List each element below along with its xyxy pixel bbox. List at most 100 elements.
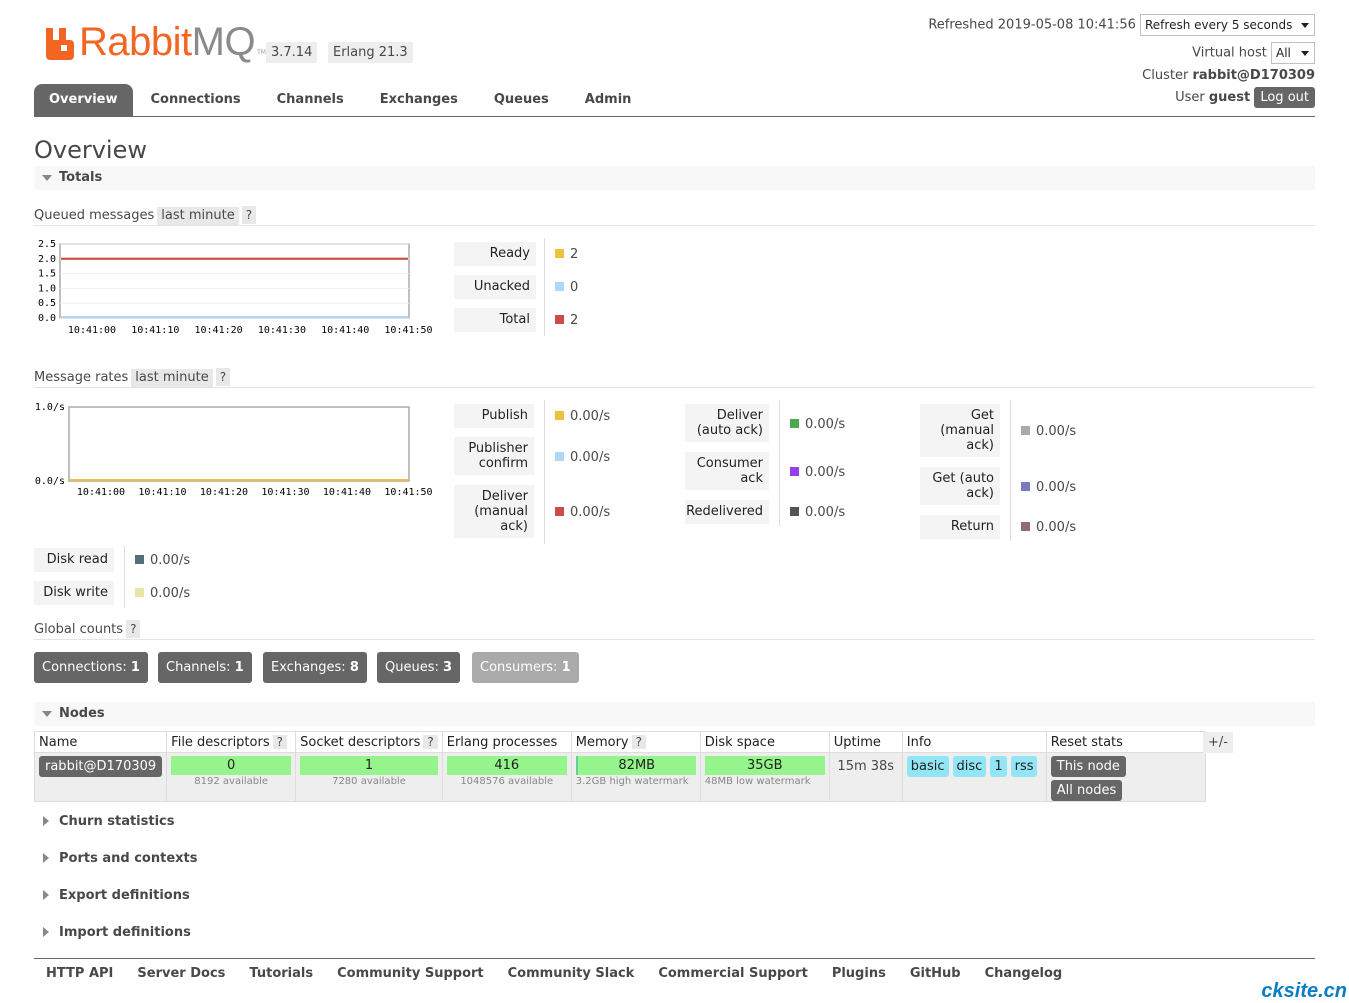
info-rss-badge[interactable]: rss (1010, 756, 1038, 777)
help-button[interactable]: ? (423, 734, 438, 749)
footer-server-docs-link[interactable]: Server Docs (137, 966, 225, 981)
queues-count-button[interactable]: Queues: 3 (377, 652, 461, 683)
tab-overview[interactable]: Overview (34, 84, 133, 116)
info-count-badge[interactable]: 1 (990, 756, 1007, 777)
rabbitmq-logo[interactable]: RabbitMQ TM (44, 22, 266, 62)
footer-github-link[interactable]: GitHub (910, 966, 961, 981)
col-info[interactable]: Info (901, 731, 1047, 753)
help-button[interactable]: ? (215, 368, 231, 386)
mem-watermark: 3.2GB high watermark (575, 776, 689, 787)
swatch (555, 249, 564, 258)
disk-cell: 35GB 48MB low watermark (699, 752, 830, 802)
logo-text-mq: MQ (191, 20, 256, 64)
queued-range-select[interactable]: last minute (157, 207, 239, 225)
col-memory[interactable]: Memory? (570, 731, 701, 753)
legend-publish-label: Publish (454, 404, 534, 428)
export-definitions-section[interactable]: Export definitions (34, 888, 190, 903)
vhost-select[interactable]: All (1271, 42, 1315, 64)
fd-bar: 0 (171, 756, 292, 775)
legend-divider (1010, 400, 1011, 541)
refresh-select[interactable]: Refresh every 5 seconds (1140, 14, 1315, 36)
expand-down-icon (42, 711, 52, 717)
consumers-count-button[interactable]: Consumers: 1 (472, 652, 579, 683)
footer-plugins-link[interactable]: Plugins (832, 966, 886, 981)
logo-text-rabbit: Rabbit (79, 20, 192, 64)
message-rates-chart: 1.0/s 0.0/s 10:41:00 10:41:10 10:41:20 10:41… (35, 402, 433, 498)
node-link[interactable]: rabbit@D170309 (39, 756, 163, 777)
col-socket-descriptors[interactable]: Socket descriptors? (295, 731, 443, 753)
x-tick-label: 10:41:50 (384, 487, 432, 498)
expand-right-icon (43, 890, 49, 900)
swatch (1021, 482, 1030, 491)
footer-community-support-link[interactable]: Community Support (337, 966, 484, 981)
reset-all-nodes-button[interactable]: All nodes (1050, 780, 1123, 801)
tab-connections[interactable]: Connections (133, 84, 259, 116)
help-button[interactable]: ? (631, 734, 646, 749)
chart-plot-area (59, 243, 410, 319)
totals-section-header[interactable]: Totals (34, 166, 1315, 190)
exchanges-count-button[interactable]: Exchanges: 8 (263, 652, 367, 683)
reset-cell: This node All nodes (1045, 752, 1206, 802)
footer-tutorials-link[interactable]: Tutorials (249, 966, 313, 981)
footer-changelog-link[interactable]: Changelog (985, 966, 1063, 981)
channels-count-button[interactable]: Channels: 1 (158, 652, 252, 683)
fd-available: 8192 available (194, 776, 269, 787)
info-basic-badge[interactable]: basic (906, 756, 949, 777)
tab-queues[interactable]: Queues (476, 84, 567, 116)
mem-cell: 82MB 3.2GB high watermark (570, 752, 701, 802)
connections-count-button[interactable]: Connections: 1 (34, 652, 148, 683)
tab-channels[interactable]: Channels (259, 84, 362, 116)
footer-commercial-support-link[interactable]: Commercial Support (658, 966, 808, 981)
disk-watermark: 48MB low watermark (704, 776, 811, 787)
col-reset-stats[interactable]: Reset stats (1045, 731, 1206, 753)
legend-publisher-confirm-value: 0.00/s (555, 450, 610, 466)
col-name[interactable]: Name (33, 731, 168, 753)
table-row: rabbit@D170309 0 8192 available 1 7280 ava… (33, 752, 1206, 802)
erlang-badge: Erlang 21.3 (328, 42, 413, 63)
refresh-row: Refreshed 2019-05-08 10:41:56 Refresh ev… (928, 14, 1315, 36)
help-button[interactable]: ? (272, 734, 287, 749)
legend-unacked-value: 0 (555, 280, 578, 296)
swatch (1021, 522, 1030, 531)
swatch (1021, 426, 1030, 435)
expand-right-icon (43, 816, 49, 826)
swatch (555, 452, 564, 461)
help-button[interactable]: ? (126, 620, 141, 638)
main-tabs: Overview Connections Channels Exchanges … (34, 84, 649, 116)
page-title: Overview (34, 136, 147, 164)
col-disk-space[interactable]: Disk space (699, 731, 830, 753)
x-tick-label: 10:41:30 (261, 487, 309, 498)
y-tick-label: 1.5 (38, 269, 56, 280)
footer-http-api-link[interactable]: HTTP API (46, 966, 113, 981)
global-counts-header: Global counts? (34, 620, 1315, 640)
legend-return-value: 0.00/s (1021, 520, 1076, 536)
node-name-cell: rabbit@D170309 (33, 752, 168, 802)
legend-ready-label: Ready (454, 242, 536, 266)
expand-down-icon (42, 175, 52, 181)
tab-exchanges[interactable]: Exchanges (362, 84, 476, 116)
info-disc-badge[interactable]: disc (952, 756, 987, 777)
reset-this-node-button[interactable]: This node (1050, 756, 1126, 777)
col-erlang-processes[interactable]: Erlang processes (441, 731, 572, 753)
churn-statistics-section[interactable]: Churn statistics (34, 814, 175, 829)
legend-deliver-manual-value: 0.00/s (555, 505, 610, 521)
tab-admin[interactable]: Admin (567, 84, 650, 116)
queued-messages-chart: 2.5 2.0 1.5 1.0 0.5 0.0 10:41:00 10:41:10 10:41… (38, 239, 433, 336)
footer-community-slack-link[interactable]: Community Slack (508, 966, 635, 981)
y-tick-label: 0.5 (38, 298, 56, 309)
help-button[interactable]: ? (241, 206, 257, 224)
chevron-down-icon (1301, 51, 1309, 56)
table-header-row: Name File descriptors? Socket descriptor… (33, 731, 1206, 753)
column-toggle-button[interactable]: +/- (1203, 732, 1233, 753)
logout-button[interactable]: Log out (1254, 87, 1315, 108)
import-definitions-section[interactable]: Import definitions (34, 925, 191, 940)
nodes-section-header[interactable]: Nodes (34, 702, 1315, 726)
legend-ready-value: 2 (555, 247, 578, 263)
col-file-descriptors[interactable]: File descriptors? (166, 731, 297, 753)
rates-range-select[interactable]: last minute (131, 369, 213, 387)
col-uptime[interactable]: Uptime (828, 731, 903, 753)
legend-get-auto-value: 0.00/s (1021, 480, 1076, 496)
ports-contexts-section[interactable]: Ports and contexts (34, 851, 197, 866)
swatch (555, 507, 564, 516)
nodes-title: Nodes (59, 706, 105, 721)
